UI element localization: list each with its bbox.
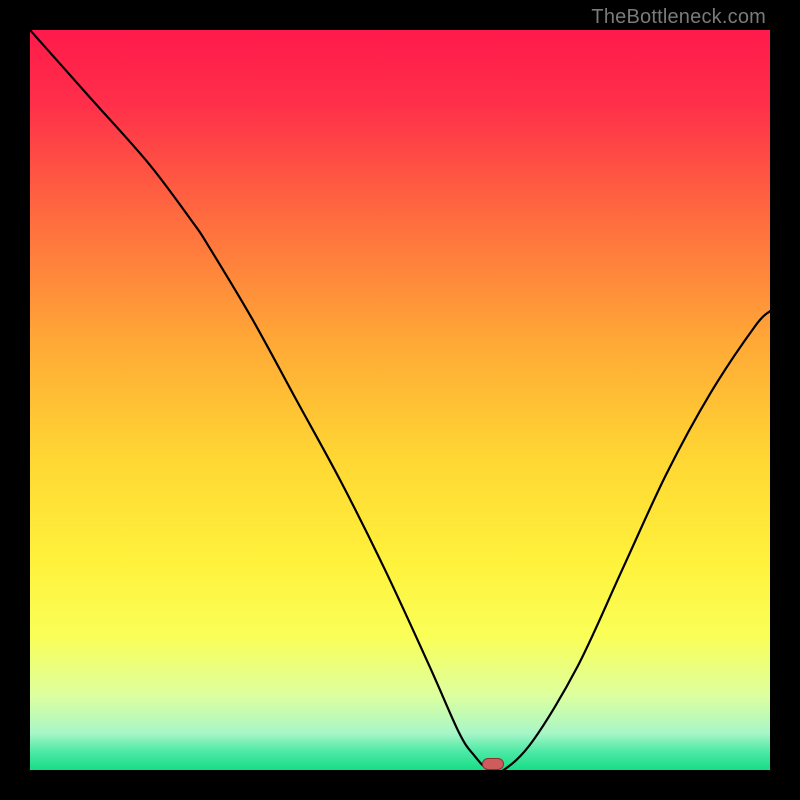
plot-area <box>30 30 770 770</box>
bottleneck-curve <box>30 30 770 770</box>
optimal-point-marker <box>482 758 504 770</box>
watermark-text: TheBottleneck.com <box>591 6 766 29</box>
chart-frame: TheBottleneck.com <box>0 0 800 800</box>
